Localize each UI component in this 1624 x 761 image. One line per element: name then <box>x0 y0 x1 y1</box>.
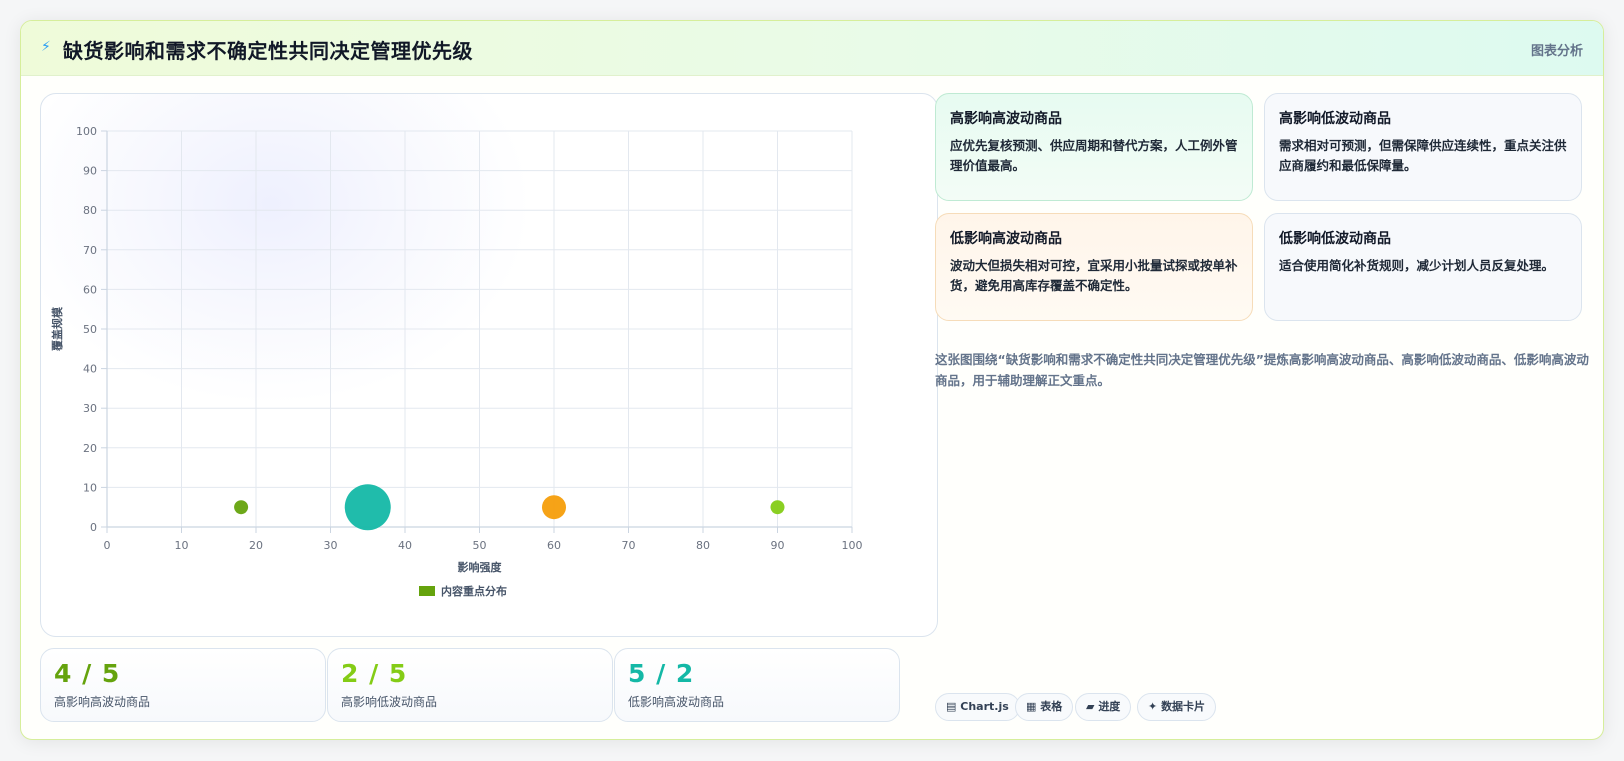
y-tick-label: 40 <box>83 363 97 376</box>
x-tick-label: 60 <box>547 539 561 552</box>
y-tick-label: 20 <box>83 442 97 455</box>
stat-value: 2 / 5 <box>341 659 408 688</box>
header-tag: 图表分析 <box>1530 44 1583 59</box>
chip-label: 数据卡片 <box>1161 700 1206 713</box>
y-tick-label: 80 <box>83 204 97 217</box>
chip-data-card[interactable]: ✦ 数据卡片 <box>1137 693 1217 721</box>
x-tick-label: 90 <box>771 539 785 552</box>
progress-icon: ▰ <box>1086 700 1095 713</box>
data-point <box>234 500 249 515</box>
chip-label: 表格 <box>1040 700 1063 713</box>
stat-label: 高影响高波动商品 <box>54 695 151 709</box>
quadrant-desc: 适合使用简化补货规则，减少计划人员反复处理。 <box>1279 258 1555 273</box>
chip-label: Chart.js <box>960 700 1009 713</box>
x-tick-label: 50 <box>473 539 487 552</box>
x-tick-label: 0 <box>104 539 111 552</box>
lightning-icon: ⚡ <box>41 39 51 55</box>
chip-chartjs[interactable]: ▤ Chart.js <box>935 693 1020 721</box>
x-tick-label: 70 <box>622 539 636 552</box>
data-point <box>542 495 566 520</box>
quadrant-desc: 波动大但损失相对可控，宜采用小批量试探或按单补货，避免用高库存覆盖不确定性。 <box>950 258 1238 293</box>
y-tick-label: 100 <box>76 125 97 138</box>
quadrant-title: 高影响低波动商品 <box>1279 111 1391 127</box>
sparkle-icon: ✦ <box>1148 700 1158 713</box>
data-point <box>344 484 391 531</box>
x-tick-label: 20 <box>249 539 263 552</box>
data-point <box>770 500 785 515</box>
stat-value: 5 / 2 <box>628 659 695 688</box>
card-header: ⚡ 缺货影响和需求不确定性共同决定管理优先级 图表分析 <box>21 21 1603 76</box>
y-tick-label: 0 <box>90 521 97 534</box>
quadrant-title: 低影响低波动商品 <box>1279 231 1391 247</box>
x-tick-label: 40 <box>398 539 412 552</box>
bubble-chart: 0 10 20 30 40 50 60 70 80 90 100 0 10 20 30 40 50 60 70 80 9… <box>50 125 863 598</box>
table-icon: ▦ <box>1026 700 1037 713</box>
x-axis-label: 影响强度 <box>458 560 503 574</box>
quadrant-card-high-low: 高影响低波动商品 需求相对可预测，但需保障供应连续性，重点关注供应商履约和最低保… <box>1264 93 1582 201</box>
stat-value: 4 / 5 <box>54 659 121 688</box>
chip-table[interactable]: ▦ 表格 <box>1015 693 1074 721</box>
chip-progress[interactable]: ▰ 进度 <box>1075 693 1132 721</box>
quadrant-card-high-high: 高影响高波动商品 应优先复核预测、供应周期和替代方案，人工例外管理价值最高。 <box>935 93 1253 201</box>
quadrant-card-low-low: 低影响低波动商品 适合使用简化补货规则，减少计划人员反复处理。 <box>1264 213 1582 321</box>
stat-card-low-impact-high-volatility: 5 / 2 低影响高波动商品 <box>614 648 900 722</box>
y-tick-label: 70 <box>83 244 97 257</box>
y-tick-label: 60 <box>83 283 97 296</box>
y-tick-label: 90 <box>83 165 97 178</box>
x-tick-label: 30 <box>324 539 338 552</box>
stat-label: 低影响高波动商品 <box>628 695 725 709</box>
x-tick-label: 100 <box>842 539 863 552</box>
quadrant-desc: 应优先复核预测、供应周期和替代方案，人工例外管理价值最高。 <box>950 138 1238 173</box>
x-tick-label: 80 <box>696 539 710 552</box>
stat-card-high-impact-high-volatility: 4 / 5 高影响高波动商品 <box>40 648 326 722</box>
quadrant-title: 高影响高波动商品 <box>950 111 1062 127</box>
y-tick-label: 30 <box>83 402 97 415</box>
chart-panel: 0 10 20 30 40 50 60 70 80 90 100 0 10 20 30 40 50 60 70 80 9… <box>40 93 938 637</box>
x-tick-label: 10 <box>175 539 189 552</box>
y-tick-label: 50 <box>83 323 97 336</box>
y-axis-label: 覆盖规模 <box>50 306 64 351</box>
legend-swatch <box>419 586 435 596</box>
chip-label: 进度 <box>1098 700 1121 713</box>
chart-summary: 这张图围绕“缺货影响和需求不确定性共同决定管理优先级”提炼高影响高波动商品、高影… <box>935 352 1589 388</box>
quadrant-desc: 需求相对可预测，但需保障供应连续性，重点关注供应商履约和最低保障量。 <box>1279 138 1567 173</box>
stat-label: 高影响低波动商品 <box>341 695 438 709</box>
legend-label: 内容重点分布 <box>441 584 507 598</box>
card-title: 缺货影响和需求不确定性共同决定管理优先级 <box>63 39 473 63</box>
chart-card: ⚡ 缺货影响和需求不确定性共同决定管理优先级 图表分析 0 10 20 30 40 50 6… <box>20 20 1604 740</box>
stat-card-high-impact-low-volatility: 2 / 5 高影响低波动商品 <box>327 648 613 722</box>
chart-icon: ▤ <box>946 700 957 713</box>
quadrant-title: 低影响高波动商品 <box>950 231 1062 247</box>
quadrant-card-low-high: 低影响高波动商品 波动大但损失相对可控，宜采用小批量试探或按单补货，避免用高库存… <box>935 213 1253 321</box>
y-tick-label: 10 <box>83 481 97 494</box>
